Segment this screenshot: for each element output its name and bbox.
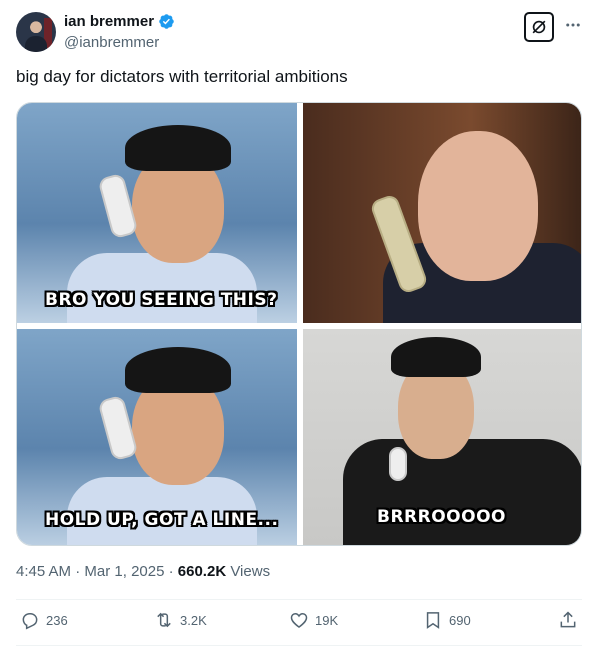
like-count: 19K <box>315 612 339 628</box>
tweet-date[interactable]: Mar 1, 2025 <box>84 563 164 580</box>
reply-count: 236 <box>46 612 68 628</box>
avatar[interactable] <box>16 12 56 52</box>
bookmark-count: 690 <box>449 612 471 628</box>
bookmark-icon <box>426 612 440 629</box>
meme-caption-1: BRO YOU SEEING THIS? <box>45 290 278 310</box>
repost-button[interactable]: 3.2K <box>154 610 207 630</box>
bookmark-button[interactable]: 690 <box>423 610 471 630</box>
tweet-header: ian bremmer @ianbremmer <box>16 12 582 56</box>
share-button[interactable] <box>558 610 578 630</box>
verified-badge-icon[interactable] <box>158 13 175 30</box>
meme-panel-3: HOLD UP, GOT A LINE... <box>17 329 297 545</box>
tweet-text: big day for dictators with territorial a… <box>16 67 348 86</box>
more-icon[interactable] <box>564 16 582 34</box>
views-count: 660.2K <box>177 563 227 580</box>
hair-shape <box>125 125 231 171</box>
like-button[interactable]: 19K <box>289 610 338 630</box>
author-display-name[interactable]: ian bremmer <box>64 13 154 30</box>
repost-count: 3.2K <box>180 612 207 628</box>
meta-separator: · <box>75 563 81 580</box>
meme-panel-2 <box>303 103 581 323</box>
tweet-time[interactable]: 4:45 AM <box>16 563 71 580</box>
repost-icon <box>157 612 171 628</box>
coat-shape <box>343 439 581 545</box>
hair-shape <box>391 337 481 377</box>
reply-icon <box>22 613 38 630</box>
tweet-media-meme[interactable]: BRO YOU SEEING THIS? HOLD UP, GOT A LINE… <box>16 102 582 546</box>
author-name-row: ian bremmer <box>64 13 175 30</box>
divider <box>16 599 582 600</box>
shirt-shape <box>67 253 257 323</box>
tweet-meta: 4:45 AM · Mar 1, 2025 · 660.2K Views <box>16 563 270 580</box>
author-handle[interactable]: @ianbremmer <box>64 34 159 51</box>
tweet-actions: 236 3.2K 19K 690 <box>16 610 582 636</box>
meta-separator: · <box>168 563 174 580</box>
like-icon <box>290 612 308 629</box>
avatar-suit <box>25 36 47 52</box>
divider <box>16 645 582 646</box>
grok-icon[interactable] <box>524 12 554 42</box>
meme-panel-1: BRO YOU SEEING THIS? <box>17 103 297 323</box>
reply-button[interactable]: 236 <box>20 610 68 630</box>
meme-panel-4: BRRROOOOO <box>303 329 581 545</box>
share-icon <box>560 611 576 628</box>
face-shape <box>418 131 538 281</box>
phone-handset-icon <box>389 447 407 481</box>
meme-caption-4: BRRROOOOO <box>377 507 506 527</box>
hair-shape <box>125 347 231 393</box>
meme-caption-3: HOLD UP, GOT A LINE... <box>45 510 279 530</box>
views-label: Views <box>230 563 271 580</box>
